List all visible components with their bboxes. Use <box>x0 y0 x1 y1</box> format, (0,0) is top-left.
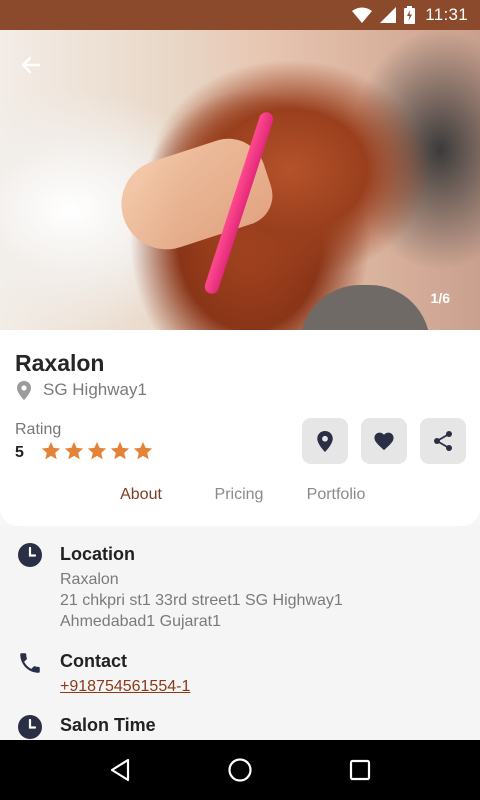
salon-detail-screen: 11:31 1/6 Raxalon SG Highway1 Rating 5 A… <box>0 0 480 800</box>
nav-back-button[interactable] <box>100 750 140 790</box>
nav-home-button[interactable] <box>220 750 260 790</box>
share-icon <box>434 431 452 451</box>
salon-location-row: SG Highway1 <box>17 380 147 400</box>
clock-icon <box>18 543 42 567</box>
star-icon <box>133 441 153 460</box>
system-nav-bar <box>0 740 480 800</box>
salon-location: SG Highway1 <box>43 380 147 399</box>
heart-icon <box>374 432 394 451</box>
status-time: 11:31 <box>425 5 468 24</box>
contact-title: Contact <box>60 651 127 671</box>
share-button[interactable] <box>420 418 466 464</box>
back-button[interactable] <box>16 50 46 80</box>
tab-about[interactable]: About <box>92 480 190 528</box>
rating-value: 5 <box>15 444 24 461</box>
star-icon <box>87 441 107 460</box>
salon-name: Raxalon <box>15 350 105 376</box>
about-details: Location Raxalon 21 chkpri st1 33rd stre… <box>0 526 480 740</box>
rating-stars <box>40 440 155 462</box>
salon-time-title: Salon Time <box>60 715 156 735</box>
star-icon <box>64 441 84 460</box>
clock-icon <box>18 715 42 739</box>
map-pin-icon <box>17 380 31 400</box>
location-line: Ahmedabad1 Gujarat1 <box>60 613 221 630</box>
circle-home-icon <box>228 758 252 782</box>
triangle-back-icon <box>110 758 130 782</box>
square-recents-icon <box>349 759 371 781</box>
phone-icon <box>20 653 40 673</box>
favorite-button[interactable] <box>361 418 407 464</box>
star-icon <box>110 441 130 460</box>
nav-recents-button[interactable] <box>340 750 380 790</box>
status-bar: 11:31 <box>0 0 480 30</box>
battery-icon <box>404 6 416 24</box>
signal-icon <box>380 7 397 23</box>
location-line: 21 chkpri st1 33rd street1 SG Highway1 <box>60 592 343 609</box>
arrow-left-icon <box>21 56 41 74</box>
photo-counter: 1/6 <box>430 290 450 306</box>
wifi-icon <box>352 7 373 23</box>
contact-phone: +918754561554-1 <box>60 678 190 696</box>
salon-info-card: Raxalon SG Highway1 Rating 5 About Prici… <box>0 330 480 528</box>
rating-label: Rating <box>15 421 62 438</box>
star-icon <box>41 441 61 460</box>
action-buttons <box>289 418 466 464</box>
salon-photo-carousel[interactable]: 1/6 <box>0 30 480 330</box>
location-line: Raxalon <box>60 571 119 588</box>
detail-tabs: About Pricing Portfolio <box>92 480 384 528</box>
tab-pricing[interactable]: Pricing <box>190 480 288 526</box>
location-title: Location <box>60 544 135 564</box>
map-pin-icon <box>317 430 333 452</box>
map-pin-button[interactable] <box>302 418 348 464</box>
tab-portfolio[interactable]: Portfolio <box>288 480 384 526</box>
phone-link[interactable]: +918754561554-1 <box>60 678 190 695</box>
